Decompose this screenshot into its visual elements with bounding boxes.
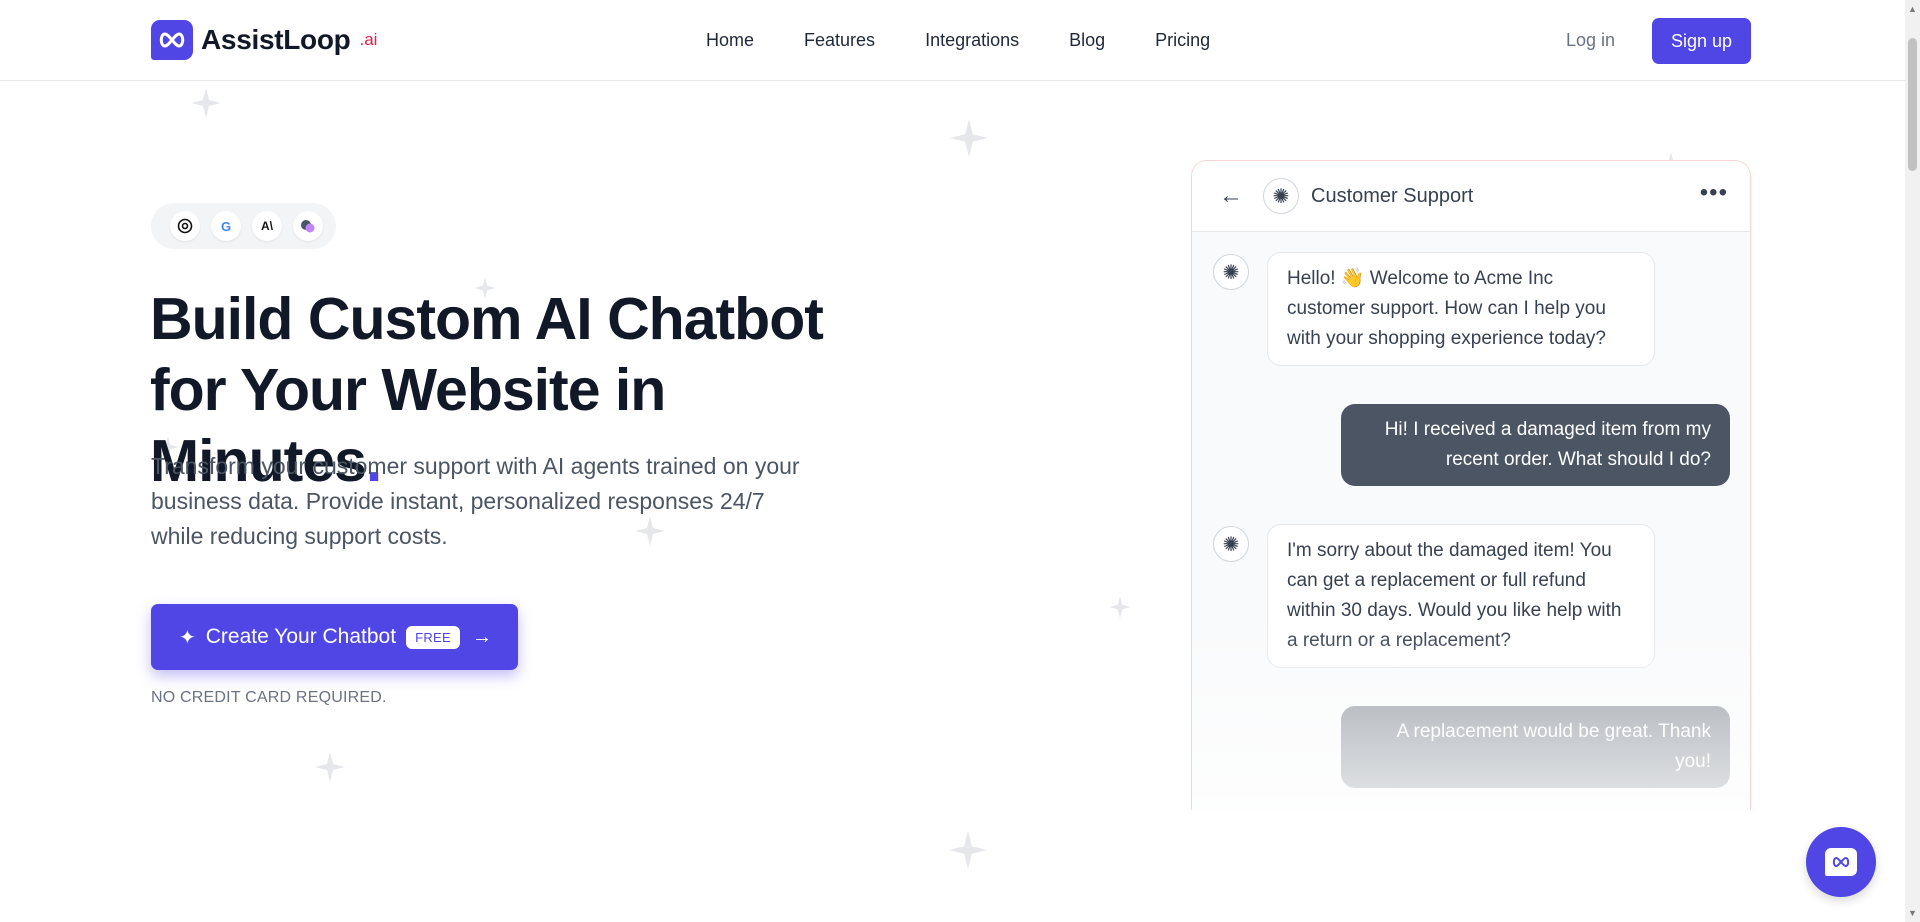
agent-avatar: ✺: [1263, 178, 1299, 214]
anthropic-icon: A\: [252, 211, 282, 241]
logo-suffix: .ai: [359, 30, 378, 49]
more-options-icon[interactable]: •••: [1700, 179, 1728, 207]
scroll-down-icon[interactable]: ▼: [1908, 908, 1917, 918]
nav-integrations[interactable]: Integrations: [925, 30, 1019, 51]
google-icon: G: [211, 211, 241, 241]
cta-label: Create Your Chatbot: [205, 625, 397, 648]
ai-providers-pill: G A\: [151, 203, 336, 249]
scrollbar-thumb[interactable]: [1908, 38, 1917, 171]
chat-header: ← ✺ Customer Support •••: [1192, 161, 1750, 232]
sparkle-decoration: [191, 88, 221, 118]
infinity-logo-icon: [151, 20, 193, 60]
scroll-up-icon[interactable]: ▲: [1908, 4, 1917, 14]
sparkle-decoration: [1109, 596, 1131, 618]
bot-message: Hello! 👋 Welcome to Acme Inc customer su…: [1267, 252, 1655, 366]
main-nav: Home Features Integrations Blog Pricing: [706, 30, 1260, 51]
logo[interactable]: AssistLoop .ai: [151, 20, 377, 60]
signup-button[interactable]: Sign up: [1652, 18, 1751, 64]
vertical-scrollbar[interactable]: ▲ ▼: [1905, 0, 1920, 922]
nav-features[interactable]: Features: [804, 30, 875, 51]
site-header: AssistLoop .ai Home Features Integrations…: [0, 0, 1905, 81]
chat-preview-panel: ← ✺ Customer Support ••• ✺ Hello! 👋 Welc…: [1191, 160, 1751, 810]
landing-page: AssistLoop .ai Home Features Integrations…: [0, 0, 1920, 922]
bot-message: I'm sorry about the damaged item! You ca…: [1267, 524, 1655, 668]
sparkles-icon: ✦: [179, 626, 196, 649]
bot-avatar: ✺: [1213, 254, 1249, 290]
user-message: Hi! I received a damaged item from my re…: [1341, 404, 1730, 486]
nav-pricing[interactable]: Pricing: [1155, 30, 1210, 51]
chat-bubble-icon: [1825, 848, 1857, 876]
chat-launcher-button[interactable]: [1806, 827, 1876, 897]
sparkle-decoration: [949, 831, 987, 869]
free-badge: FREE: [406, 625, 460, 649]
sparkle-decoration: [315, 752, 345, 782]
sparkle-decoration: [950, 119, 988, 157]
logo-text: AssistLoop: [201, 24, 351, 55]
arrow-right-icon: →: [471, 625, 492, 648]
hero-title-line1: Build Custom AI Chatbot: [150, 286, 824, 352]
arrow-left-icon[interactable]: ←: [1219, 182, 1243, 210]
user-message: A replacement would be great. Thank you!: [1341, 706, 1730, 788]
nav-blog[interactable]: Blog: [1069, 30, 1105, 51]
chat-title: Customer Support: [1311, 184, 1474, 207]
no-credit-card-note: NO CREDIT CARD REQUIRED.: [151, 689, 387, 706]
nav-home[interactable]: Home: [706, 30, 754, 51]
hero-subtitle: Transform your customer support with AI …: [151, 453, 800, 549]
openai-icon: [170, 211, 200, 241]
gemini-icon: [293, 211, 323, 241]
login-link[interactable]: Log in: [1566, 30, 1615, 51]
bot-avatar: ✺: [1213, 526, 1249, 562]
create-chatbot-button[interactable]: ✦ Create Your Chatbot FREE →: [151, 604, 518, 670]
